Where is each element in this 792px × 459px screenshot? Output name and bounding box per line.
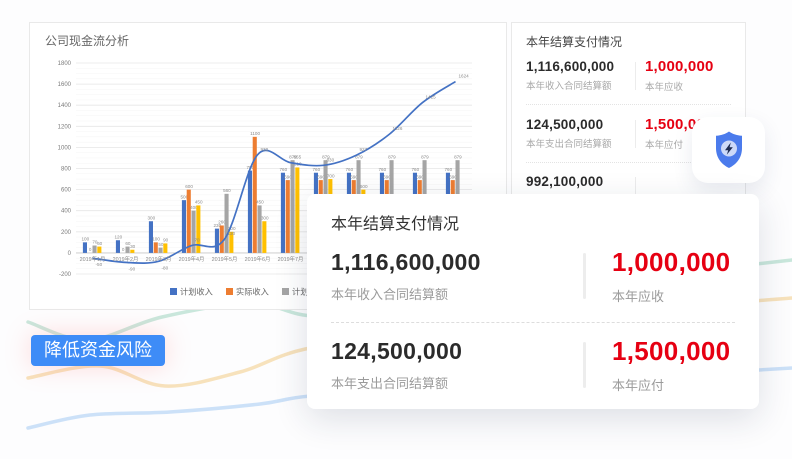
shield-lightning-icon bbox=[705, 126, 753, 174]
column-divider bbox=[583, 342, 586, 388]
svg-text:879: 879 bbox=[454, 154, 462, 159]
svg-text:450: 450 bbox=[195, 200, 203, 205]
svg-text:400: 400 bbox=[61, 209, 72, 215]
svg-text:0: 0 bbox=[122, 247, 125, 252]
svg-text:1126: 1126 bbox=[393, 126, 403, 131]
svg-text:2019年4月: 2019年4月 bbox=[179, 255, 205, 263]
svg-text:实际收入: 实际收入 bbox=[236, 287, 269, 297]
svg-text:1400: 1400 bbox=[58, 103, 72, 109]
receivable-value: 1,000,000 bbox=[645, 58, 731, 75]
popup-receivable-value: 1,000,000 bbox=[612, 247, 735, 278]
svg-text:-80: -80 bbox=[162, 265, 169, 270]
svg-text:760: 760 bbox=[279, 167, 287, 172]
svg-text:300: 300 bbox=[261, 215, 269, 220]
svg-text:100: 100 bbox=[81, 237, 89, 242]
svg-text:927: 927 bbox=[360, 147, 368, 152]
svg-text:879: 879 bbox=[421, 154, 429, 159]
svg-text:830: 830 bbox=[327, 157, 335, 162]
settlement-popup: 本年结算支付情况 1,116,600,000 本年收入合同结算额 1,000,0… bbox=[307, 194, 759, 409]
popup-income-label: 本年收入合同结算额 bbox=[331, 284, 583, 303]
svg-text:0: 0 bbox=[89, 247, 92, 252]
svg-text:0: 0 bbox=[68, 251, 72, 257]
svg-text:760: 760 bbox=[345, 167, 353, 172]
cashflow-panel-title: 公司现金流分析 bbox=[30, 23, 506, 49]
svg-text:760: 760 bbox=[378, 167, 386, 172]
svg-text:130: 130 bbox=[228, 231, 236, 236]
svg-text:-50: -50 bbox=[96, 262, 103, 267]
popup-receivable-label: 本年应收 bbox=[612, 286, 735, 305]
svg-text:2019年2月: 2019年2月 bbox=[113, 255, 139, 263]
svg-text:930: 930 bbox=[261, 147, 269, 152]
svg-text:70: 70 bbox=[195, 238, 201, 243]
settlement-row-income: 1,116,600,000 本年收入合同结算额 1,000,000 本年应收 bbox=[526, 58, 731, 93]
svg-text:2019年1月: 2019年1月 bbox=[80, 255, 106, 263]
popup-income-value: 1,116,600,000 bbox=[331, 249, 583, 276]
svg-text:60: 60 bbox=[97, 241, 103, 246]
svg-text:800: 800 bbox=[61, 167, 72, 173]
popup-payable-label: 本年应付 bbox=[612, 375, 735, 394]
svg-text:200: 200 bbox=[61, 230, 72, 236]
column-divider bbox=[635, 62, 636, 90]
svg-text:879: 879 bbox=[388, 154, 396, 159]
svg-text:1200: 1200 bbox=[58, 124, 72, 130]
shield-card bbox=[692, 117, 765, 183]
svg-text:760: 760 bbox=[411, 167, 419, 172]
svg-text:-90: -90 bbox=[129, 266, 136, 271]
expense-settlement-value: 124,500,000 bbox=[526, 117, 630, 132]
popup-expense-label: 本年支出合同结算额 bbox=[331, 373, 583, 392]
svg-text:600: 600 bbox=[61, 188, 72, 194]
column-divider bbox=[583, 253, 586, 299]
svg-text:1425: 1425 bbox=[426, 95, 437, 100]
svg-text:2019年6月: 2019年6月 bbox=[245, 255, 271, 263]
svg-text:1624: 1624 bbox=[459, 74, 470, 79]
svg-text:120: 120 bbox=[114, 234, 122, 239]
svg-text:2019年5月: 2019年5月 bbox=[212, 255, 238, 263]
svg-text:2019年3月: 2019年3月 bbox=[146, 255, 172, 263]
popup-payable-value: 1,500,000 bbox=[612, 336, 735, 367]
dashboard: 公司现金流分析 -2000200400600800100012001400160… bbox=[0, 0, 792, 459]
risk-badge: 降低资金风险 bbox=[31, 335, 165, 366]
expense-settlement-label: 本年支出合同结算额 bbox=[526, 136, 630, 150]
dotted-divider bbox=[526, 104, 731, 105]
income-settlement-label: 本年收入合同结算额 bbox=[526, 78, 630, 92]
svg-text:760: 760 bbox=[444, 167, 452, 172]
svg-text:600: 600 bbox=[360, 184, 368, 189]
column-divider bbox=[635, 120, 636, 148]
receivable-label: 本年应收 bbox=[645, 79, 731, 93]
svg-text:450: 450 bbox=[256, 200, 264, 205]
svg-text:2019年7月: 2019年7月 bbox=[278, 255, 304, 263]
popup-expense-value: 124,500,000 bbox=[331, 338, 583, 365]
svg-text:1000: 1000 bbox=[58, 145, 72, 151]
svg-text:700: 700 bbox=[327, 173, 335, 178]
svg-text:30: 30 bbox=[130, 244, 136, 249]
svg-text:1800: 1800 bbox=[58, 61, 72, 67]
svg-text:855: 855 bbox=[294, 155, 302, 160]
svg-text:计划收入: 计划收入 bbox=[180, 287, 213, 297]
svg-text:300: 300 bbox=[147, 215, 155, 220]
svg-text:1100: 1100 bbox=[250, 131, 260, 136]
svg-text:90: 90 bbox=[163, 238, 169, 243]
popup-row-income: 1,116,600,000 本年收入合同结算额 1,000,000 本年应收 bbox=[331, 247, 735, 305]
svg-text:600: 600 bbox=[185, 184, 193, 189]
income-settlement-value: 1,116,600,000 bbox=[526, 59, 630, 74]
svg-text:560: 560 bbox=[223, 188, 231, 193]
popup-row-expense: 124,500,000 本年支出合同结算额 1,500,000 本年应付 bbox=[331, 336, 735, 394]
settlement-panel-title: 本年结算支付情况 bbox=[526, 33, 731, 50]
svg-text:-200: -200 bbox=[59, 272, 72, 278]
svg-text:100: 100 bbox=[152, 237, 160, 242]
dashed-divider bbox=[331, 322, 735, 323]
svg-text:760: 760 bbox=[312, 167, 320, 172]
balance-value: 992,100,000 bbox=[526, 174, 630, 189]
svg-text:1600: 1600 bbox=[58, 82, 72, 88]
popup-title: 本年结算支付情况 bbox=[331, 210, 735, 234]
